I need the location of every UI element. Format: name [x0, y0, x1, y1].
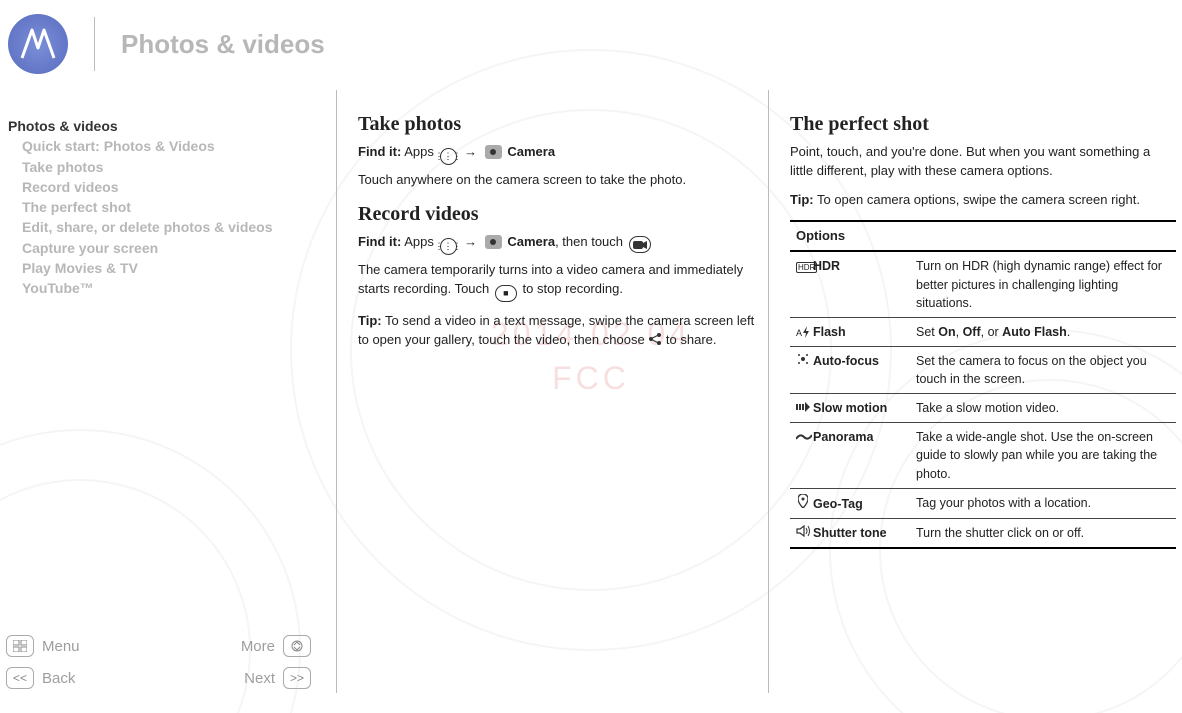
next-button[interactable]: Next >> [244, 667, 311, 689]
sidebar-item[interactable]: Quick start: Photos & Videos [8, 136, 318, 156]
option-description: Set the camera to focus on the object yo… [910, 346, 1176, 393]
camera-icon [485, 145, 502, 159]
heading-perfect-shot: The perfect shot [790, 110, 1176, 139]
more-label: More [241, 638, 275, 655]
option-icon [796, 428, 810, 446]
arrow-icon: → [464, 234, 477, 249]
table-row: Shutter toneTurn the shutter click on or… [790, 518, 1176, 548]
menu-icon [6, 635, 34, 657]
heading-take-photos: Take photos [358, 110, 758, 139]
watermark-org: FCC [491, 357, 691, 402]
option-label: AFlash [790, 317, 910, 346]
back-icon: << [6, 667, 34, 689]
column-divider [768, 90, 769, 693]
table-row: HDRHDRTurn on HDR (high dynamic range) e… [790, 251, 1176, 317]
header: Photos & videos [0, 12, 325, 76]
heading-record-videos: Record videos [358, 200, 758, 229]
sidebar-toc: Photos & videosQuick start: Photos & Vid… [8, 116, 318, 299]
options-table: Options HDRHDRTurn on HDR (high dynamic … [790, 220, 1176, 549]
table-row: AFlashSet On, Off, or Auto Flash. [790, 317, 1176, 346]
back-label: Back [42, 670, 75, 687]
perfect-shot-tip: Tip: To open camera options, swipe the c… [790, 191, 1176, 210]
menu-button[interactable]: Menu [6, 635, 80, 657]
option-description: Tag your photos with a location. [910, 488, 1176, 518]
share-icon [648, 332, 662, 352]
back-button[interactable]: << Back [6, 667, 75, 689]
apps-grid-icon: ⋮⋮⋮ [440, 148, 457, 165]
sidebar-item[interactable]: Take photos [8, 157, 318, 177]
sidebar-item[interactable]: The perfect shot [8, 197, 318, 217]
more-button[interactable]: More [241, 635, 311, 657]
sidebar-item[interactable]: Edit, share, or delete photos & videos [8, 217, 318, 237]
sidebar-item[interactable]: YouTube™ [8, 278, 318, 298]
sidebar-item[interactable]: Play Movies & TV [8, 258, 318, 278]
arrow-icon: → [464, 144, 477, 159]
option-description: Take a wide-angle shot. Use the on-scree… [910, 423, 1176, 488]
record-tip: Tip: To send a video in a text message, … [358, 312, 758, 352]
option-label: Slow motion [790, 394, 910, 423]
apps-grid-icon: ⋮⋮⋮ [440, 238, 457, 255]
nav-buttons: Menu More << Back Next >> [6, 625, 311, 689]
option-description: Turn on HDR (high dynamic range) effect … [910, 251, 1176, 317]
video-record-icon [629, 236, 651, 253]
sidebar-item[interactable]: Capture your screen [8, 238, 318, 258]
camera-icon [485, 235, 502, 249]
perfect-shot-intro: Point, touch, and you're done. But when … [790, 143, 1176, 181]
stop-icon: ■ [495, 285, 517, 302]
next-label: Next [244, 670, 275, 687]
option-icon: A [796, 323, 810, 341]
option-description: Take a slow motion video. [910, 394, 1176, 423]
table-row: PanoramaTake a wide-angle shot. Use the … [790, 423, 1176, 488]
sidebar-item[interactable]: Photos & videos [8, 116, 318, 136]
option-icon [796, 352, 810, 370]
motorola-logo [8, 14, 68, 74]
more-icon [283, 635, 311, 657]
option-description: Turn the shutter click on or off. [910, 518, 1176, 548]
option-label: Panorama [790, 423, 910, 488]
option-icon [796, 494, 810, 513]
menu-label: Menu [42, 638, 80, 655]
option-label: Auto-focus [790, 346, 910, 393]
option-label: HDRHDR [790, 251, 910, 317]
page-title: Photos & videos [121, 29, 325, 60]
table-row: Geo-TagTag your photos with a location. [790, 488, 1176, 518]
column-perfect-shot: The perfect shot Point, touch, and you'r… [790, 110, 1176, 549]
option-description: Set On, Off, or Auto Flash. [910, 317, 1176, 346]
table-row: Auto-focusSet the camera to focus on the… [790, 346, 1176, 393]
table-row: Slow motionTake a slow motion video. [790, 394, 1176, 423]
option-label: Shutter tone [790, 518, 910, 548]
sidebar-item[interactable]: Record videos [8, 177, 318, 197]
next-icon: >> [283, 667, 311, 689]
header-divider [94, 17, 95, 71]
find-it-record: Find it: Apps ⋮⋮⋮ → Camera, then touch [358, 233, 758, 255]
column-divider [336, 90, 337, 693]
option-label: Geo-Tag [790, 488, 910, 518]
option-icon: HDR [796, 257, 810, 275]
record-instruction: The camera temporarily turns into a vide… [358, 261, 758, 302]
find-it-take: Find it: Apps ⋮⋮⋮ → Camera [358, 143, 758, 165]
option-icon [796, 524, 810, 542]
options-header: Options [790, 221, 1176, 252]
take-photo-instruction: Touch anywhere on the camera screen to t… [358, 171, 758, 190]
option-icon [796, 399, 810, 417]
column-take-record: Take photos Find it: Apps ⋮⋮⋮ → Camera T… [358, 110, 758, 361]
